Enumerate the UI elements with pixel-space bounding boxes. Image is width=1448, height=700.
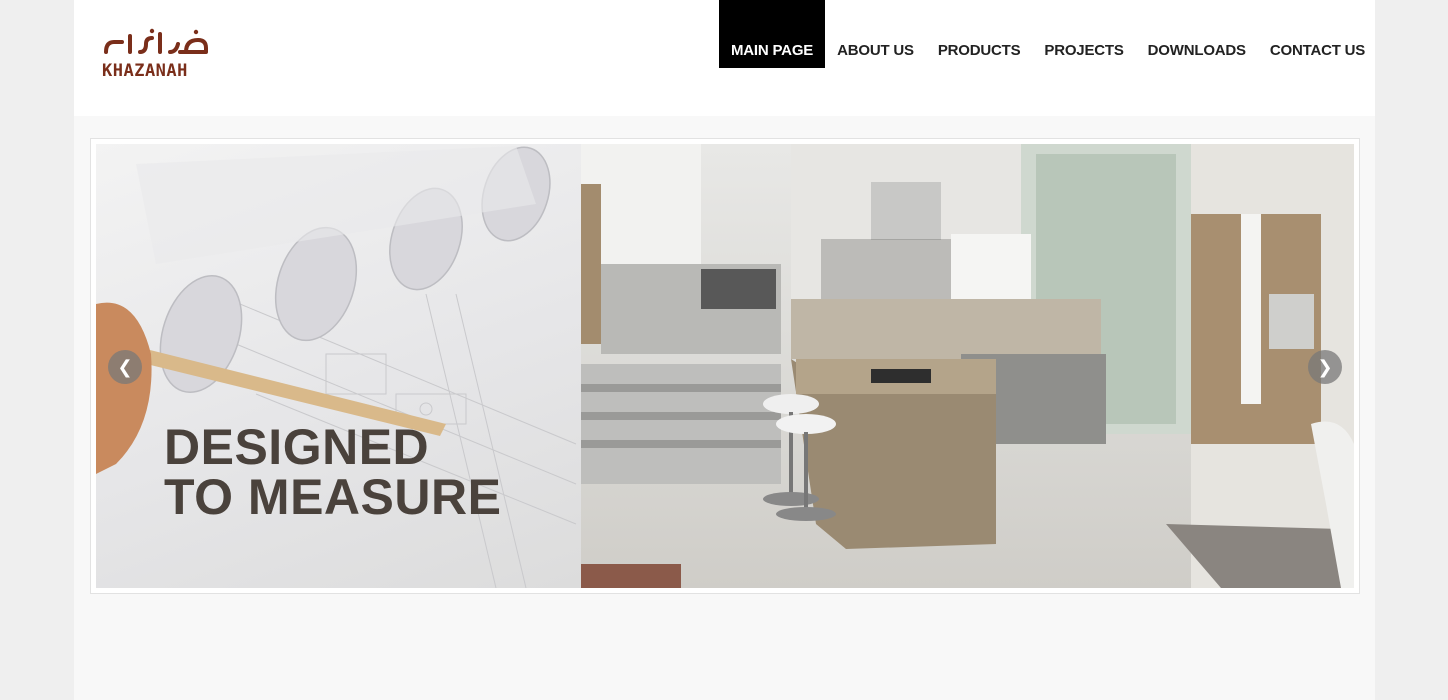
logo-arabic-mark [104, 28, 208, 54]
site-logo[interactable]: KHAZANAH [102, 28, 212, 84]
nav-label: ABOUT US [837, 41, 914, 59]
nav-item-downloads[interactable]: DOWNLOADS [1136, 0, 1258, 68]
nav-label: PROJECTS [1044, 41, 1124, 59]
slider-next-button[interactable]: ❯ [1308, 350, 1342, 384]
nav-item-contact-us[interactable]: CONTACT US [1258, 0, 1377, 68]
main-nav: MAIN PAGE ABOUT US PRODUCTS PROJECTS DOW… [719, 0, 1377, 68]
headline-line-2: TO MEASURE [164, 469, 502, 525]
slide-headline: DESIGNED TO MEASURE [164, 422, 501, 522]
chevron-left-icon: ❮ [117, 356, 133, 378]
nav-item-about-us[interactable]: ABOUT US [825, 0, 926, 68]
nav-item-main-page[interactable]: MAIN PAGE [719, 0, 826, 68]
page-container: KHAZANAH MAIN PAGE ABOUT US PRODUCTS PRO… [74, 0, 1375, 700]
hero-slide: DESIGNED TO MEASURE ❮ ❯ [96, 144, 1354, 588]
nav-label: CONTACT US [1269, 41, 1366, 59]
nav-item-products[interactable]: PRODUCTS [926, 0, 1033, 68]
hero-slider: DESIGNED TO MEASURE ❮ ❯ [90, 138, 1360, 594]
headline-line-1: DESIGNED [164, 419, 430, 475]
nav-item-projects[interactable]: PROJECTS [1032, 0, 1135, 68]
site-header: KHAZANAH MAIN PAGE ABOUT US PRODUCTS PRO… [74, 0, 1375, 116]
slide-blueprint-image: DESIGNED TO MEASURE [96, 144, 581, 588]
chevron-right-icon: ❯ [1317, 356, 1333, 378]
nav-label: PRODUCTS [937, 41, 1021, 59]
slider-prev-button[interactable]: ❮ [108, 350, 142, 384]
logo-text: KHAZANAH [102, 61, 188, 81]
nav-label: MAIN PAGE [731, 41, 814, 59]
slide-kitchen-image [581, 144, 1354, 588]
nav-label: DOWNLOADS [1147, 41, 1246, 59]
kitchen-illustration [581, 144, 1354, 588]
